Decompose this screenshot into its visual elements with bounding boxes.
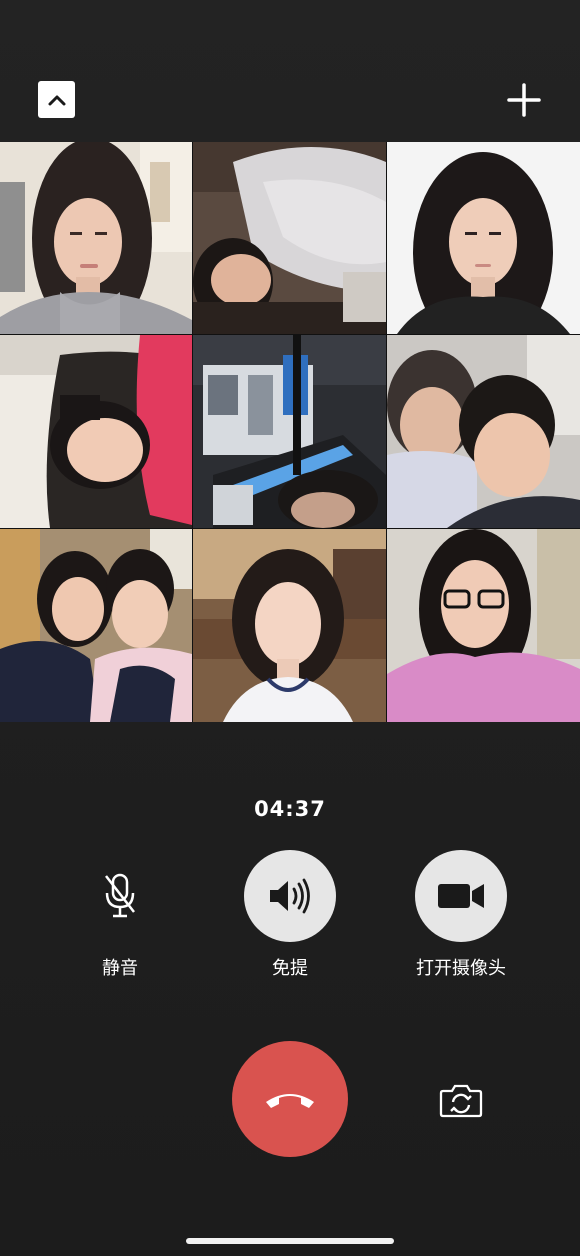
speaker-icon bbox=[270, 878, 310, 914]
participant-video-feed bbox=[0, 142, 192, 334]
participant-video-feed bbox=[0, 529, 192, 722]
plus-icon bbox=[507, 83, 541, 117]
video-call-screen: 04:37 静音 免提 打开摄像头 bbox=[0, 0, 580, 1256]
participant-video-feed bbox=[193, 142, 386, 334]
video-camera-icon bbox=[438, 884, 484, 908]
participant-video-tile[interactable] bbox=[387, 335, 580, 528]
participant-video-feed bbox=[193, 529, 386, 722]
participant-video-feed bbox=[387, 335, 580, 528]
participant-video-feed bbox=[0, 335, 192, 528]
camera-flip-icon bbox=[439, 1084, 483, 1118]
participant-video-tile[interactable] bbox=[387, 142, 580, 334]
participant-video-grid bbox=[0, 142, 580, 722]
call-duration: 04:37 bbox=[254, 797, 326, 821]
participant-video-tile[interactable] bbox=[0, 529, 192, 722]
participant-video-tile[interactable] bbox=[387, 529, 580, 722]
mic-muted-icon bbox=[105, 873, 135, 918]
collapse-button[interactable] bbox=[38, 81, 75, 118]
add-participant-button[interactable] bbox=[504, 80, 544, 120]
participant-video-tile[interactable] bbox=[193, 142, 386, 334]
speaker-button[interactable] bbox=[244, 850, 336, 942]
camera-label: 打开摄像头 bbox=[416, 958, 506, 979]
participant-video-tile[interactable] bbox=[193, 529, 386, 722]
participant-video-tile[interactable] bbox=[0, 335, 192, 528]
mute-label: 静音 bbox=[102, 958, 138, 979]
phone-hangup-icon bbox=[266, 1094, 314, 1108]
camera-control: 打开摄像头 bbox=[396, 850, 526, 980]
camera-button[interactable] bbox=[415, 850, 507, 942]
speaker-control: 免提 bbox=[225, 850, 355, 980]
participant-video-feed bbox=[193, 335, 386, 528]
participant-video-feed bbox=[387, 529, 580, 722]
chevron-up-icon bbox=[48, 95, 65, 105]
flip-camera-button[interactable] bbox=[438, 1080, 484, 1120]
hangup-button[interactable] bbox=[232, 1041, 348, 1157]
home-indicator[interactable] bbox=[186, 1238, 394, 1244]
mute-control: 静音 bbox=[55, 850, 185, 980]
participant-video-feed bbox=[387, 142, 580, 334]
speaker-label: 免提 bbox=[272, 958, 308, 979]
participant-video-tile[interactable] bbox=[0, 142, 192, 334]
participant-video-tile[interactable] bbox=[193, 335, 386, 528]
mute-button[interactable] bbox=[74, 850, 166, 942]
